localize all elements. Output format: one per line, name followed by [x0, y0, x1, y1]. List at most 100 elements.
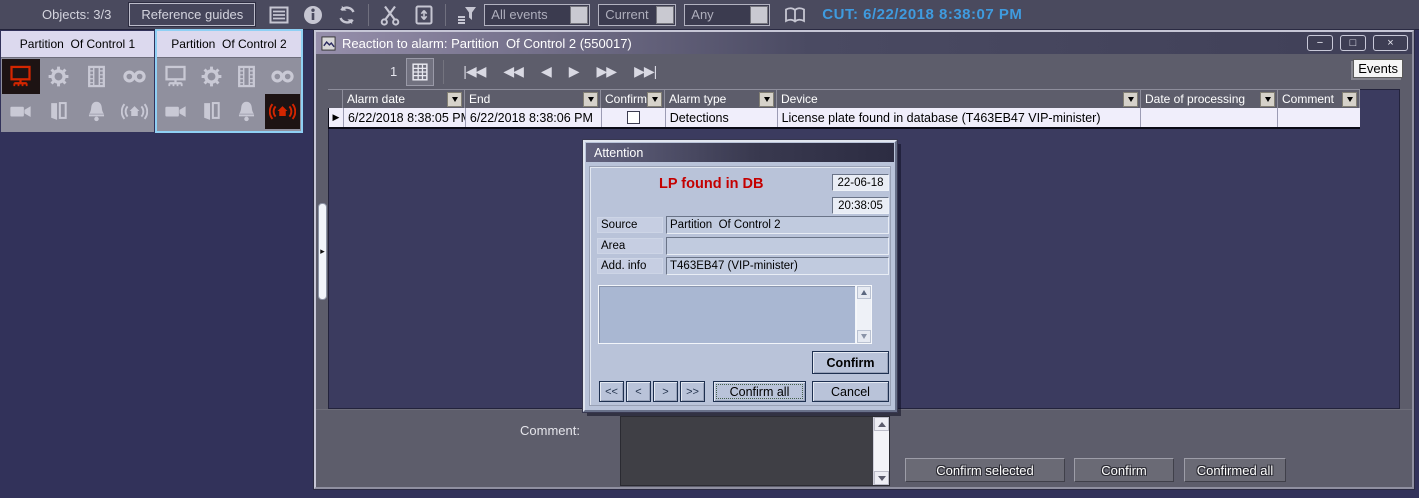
column-header-comment[interactable]: Comment — [1278, 90, 1360, 108]
dialog-message-textarea[interactable] — [598, 285, 856, 344]
scroll-up-icon[interactable] — [857, 286, 871, 299]
column-dropdown-button[interactable] — [583, 91, 598, 107]
dialog-scrollbar[interactable] — [856, 285, 872, 344]
confirm-selected-button[interactable]: Confirm selected — [905, 458, 1065, 482]
dialog-confirm-button[interactable]: Confirm — [812, 351, 889, 374]
prev-record-button[interactable]: ◀ — [541, 63, 552, 80]
partition-2-title: Partition Of Control 2 — [157, 31, 301, 58]
event-filter-value: All events — [491, 7, 548, 22]
maximize-button[interactable]: □ — [1340, 35, 1366, 51]
table-row[interactable]: ▶ 6/22/2018 8:38:05 PM 6/22/2018 8:38:06… — [328, 108, 1360, 129]
column-dropdown-button[interactable] — [647, 91, 663, 107]
confirm-button[interactable]: Confirm — [1074, 458, 1174, 482]
column-dropdown-button[interactable] — [1260, 91, 1275, 107]
panel-collapse-handle[interactable]: ▸ — [318, 203, 327, 300]
fast-prev-button[interactable]: ◀◀ — [503, 63, 524, 80]
scroll-up-icon[interactable] — [874, 417, 889, 431]
dialog-first-button[interactable]: << — [599, 381, 624, 402]
refresh-icon[interactable] — [335, 3, 359, 27]
minimize-button[interactable]: − — [1307, 35, 1333, 51]
filter-icon[interactable] — [455, 3, 479, 27]
book-icon[interactable] — [783, 3, 807, 27]
door-icon[interactable] — [40, 94, 78, 129]
column-dropdown-button[interactable] — [1342, 91, 1357, 107]
window-titlebar[interactable]: Reaction to alarm: Partition Of Control … — [316, 32, 1412, 54]
film-icon[interactable] — [78, 59, 116, 94]
first-record-button[interactable]: |◀◀ — [463, 63, 486, 80]
column-dropdown-button[interactable] — [447, 91, 462, 107]
chevron-down-icon — [587, 96, 594, 102]
grid-view-button[interactable] — [406, 57, 435, 86]
cell-date-of-processing — [1141, 108, 1279, 127]
siren-icon[interactable] — [115, 94, 153, 129]
column-header-alarm-date[interactable]: Alarm date — [343, 90, 465, 108]
cell-comment — [1278, 108, 1360, 127]
tape-recorder-icon[interactable] — [265, 59, 301, 94]
type-filter-value: Any — [691, 7, 714, 22]
confirm-checkbox[interactable] — [626, 111, 640, 124]
partition-1-title: Partition Of Control 1 — [1, 31, 154, 58]
time-filter-dropdown[interactable]: Current — [598, 3, 677, 26]
bell-icon[interactable] — [229, 94, 265, 129]
paste-icon[interactable] — [412, 3, 436, 27]
cell-alarm-type: Detections — [666, 108, 778, 127]
siren-icon[interactable] — [264, 94, 300, 129]
dialog-titlebar[interactable]: Attention — [586, 143, 894, 162]
comment-textarea[interactable] — [620, 416, 890, 486]
list-icon[interactable] — [267, 3, 291, 27]
dialog-last-button[interactable]: >> — [680, 381, 705, 402]
bell-icon[interactable] — [78, 94, 116, 129]
column-header-confirm[interactable]: Confirm — [601, 90, 665, 108]
column-dropdown-button[interactable] — [1123, 91, 1138, 107]
scroll-down-icon[interactable] — [874, 471, 889, 485]
table-header-row: Alarm date End Confirm Alarm type Device… — [328, 89, 1360, 108]
column-dropdown-button[interactable] — [759, 91, 774, 107]
next-record-button[interactable]: ▶ — [569, 63, 580, 80]
partition-1-icons — [1, 58, 154, 130]
toolbar-separator — [445, 3, 447, 26]
dropdown-button[interactable] — [656, 5, 675, 24]
add-info-label: Add. info — [597, 258, 663, 274]
comment-text[interactable] — [621, 417, 873, 485]
add-info-field[interactable]: T463EB47 (VIP-minister) — [666, 257, 889, 275]
reference-guides-button[interactable]: Reference guides — [128, 2, 257, 27]
dialog-cancel-button[interactable]: Cancel — [812, 381, 889, 402]
info-icon[interactable] — [301, 3, 325, 27]
gear-icon[interactable] — [40, 59, 78, 94]
gear-icon[interactable] — [194, 59, 230, 94]
dialog-next-button[interactable]: > — [653, 381, 678, 402]
cut-timestamp: CUT: 6/22/2018 8:38:07 PM — [822, 6, 1023, 23]
events-button[interactable]: Events — [1353, 59, 1403, 78]
objects-counter: Objects: 3/3 — [42, 7, 112, 22]
column-header-alarm-type[interactable]: Alarm type — [665, 90, 777, 108]
event-filter-dropdown[interactable]: All events — [484, 3, 591, 26]
last-record-button[interactable]: ▶▶| — [634, 63, 657, 80]
column-header-device[interactable]: Device — [777, 90, 1141, 108]
monitor-icon[interactable] — [2, 59, 40, 94]
close-button[interactable]: × — [1373, 35, 1408, 51]
dropdown-button[interactable] — [570, 5, 589, 24]
lp-found-alert: LP found in DB — [659, 176, 764, 192]
film-icon[interactable] — [229, 59, 265, 94]
camera-icon[interactable] — [2, 94, 40, 129]
cell-alarm-date: 6/22/2018 8:38:05 PM — [344, 108, 466, 127]
dialog-prev-button[interactable]: < — [626, 381, 651, 402]
monitor-icon[interactable] — [158, 59, 194, 94]
area-field[interactable] — [666, 237, 889, 255]
tape-recorder-icon[interactable] — [115, 59, 153, 94]
type-filter-dropdown[interactable]: Any — [684, 3, 771, 26]
cut-scissors-icon[interactable] — [378, 3, 402, 27]
camera-icon[interactable] — [158, 94, 194, 129]
scroll-down-icon[interactable] — [857, 330, 871, 343]
dropdown-button[interactable] — [750, 5, 769, 24]
column-header-date-of-processing[interactable]: Date of processing — [1141, 90, 1278, 108]
source-field[interactable]: Partition Of Control 2 — [666, 216, 889, 234]
comment-label: Comment: — [520, 423, 580, 438]
door-icon[interactable] — [194, 94, 230, 129]
window-icon — [321, 36, 336, 51]
confirmed-all-button[interactable]: Confirmed all — [1184, 458, 1286, 482]
dialog-confirm-all-button[interactable]: Confirm all — [713, 381, 806, 402]
comment-scrollbar[interactable] — [873, 417, 889, 485]
fast-next-button[interactable]: ▶▶ — [597, 63, 618, 80]
column-header-end[interactable]: End — [465, 90, 601, 108]
